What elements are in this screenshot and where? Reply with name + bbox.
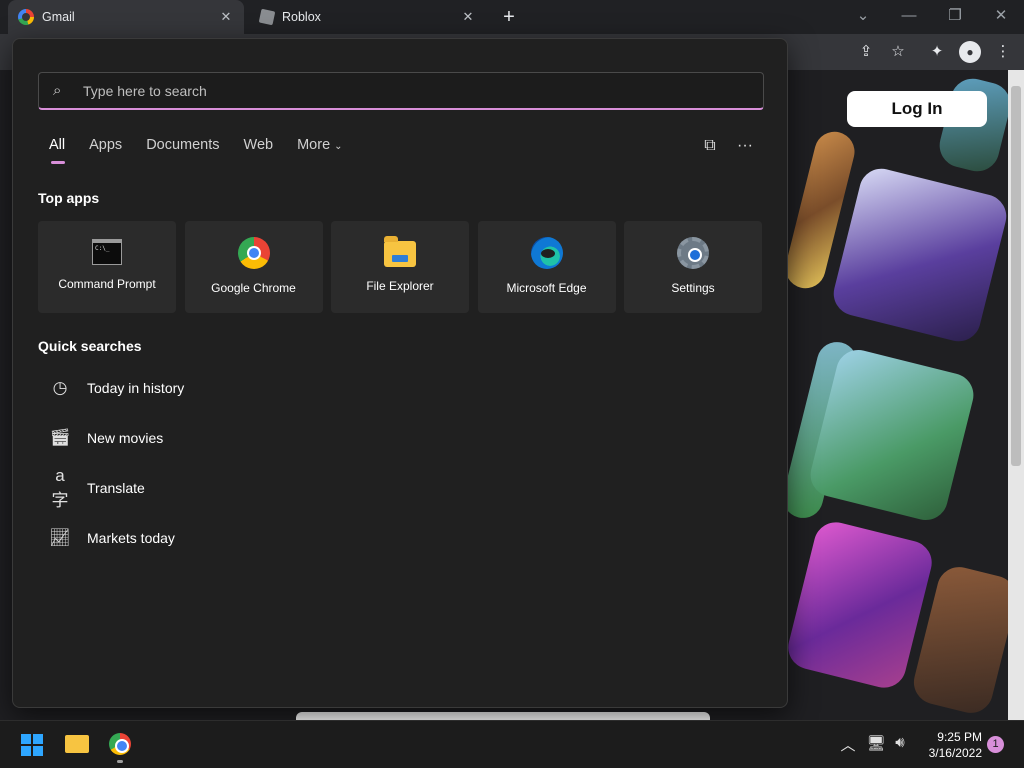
clock-time: 9:25 PM	[937, 730, 982, 744]
quick-search-translate[interactable]: a字 Translate	[49, 466, 145, 510]
command-prompt-icon: C:\_	[92, 239, 122, 265]
search-input[interactable]	[83, 82, 763, 99]
taskbar-file-explorer-icon[interactable]	[65, 735, 89, 753]
tab-more[interactable]: More ⌄	[297, 137, 342, 163]
app-tile-settings[interactable]: Settings	[624, 221, 762, 313]
share-icon[interactable]: ⇪	[855, 41, 877, 63]
chart-icon: 📈︎	[49, 528, 71, 547]
quick-search-label: New movies	[87, 430, 164, 446]
game-artwork	[829, 164, 1008, 346]
scrollbar-thumb[interactable]	[1011, 86, 1021, 466]
gmail-favicon-icon	[18, 9, 34, 25]
windows-search-panel: ⌕ All Apps Documents Web More ⌄ ⧉ ··· To…	[12, 38, 788, 708]
clapperboard-icon: 🎬︎	[49, 428, 71, 447]
quick-search-label: Translate	[87, 480, 145, 496]
switch-account-icon[interactable]: ⧉	[699, 135, 721, 157]
minimize-button[interactable]: —	[895, 4, 923, 28]
app-tile-command-prompt[interactable]: C:\_ Command Prompt	[38, 221, 176, 313]
tab-web[interactable]: Web	[244, 137, 274, 163]
restore-button[interactable]: ❐	[941, 4, 969, 28]
quick-search-new-movies[interactable]: 🎬︎ New movies	[49, 426, 163, 450]
close-window-button[interactable]: ✕	[987, 4, 1015, 28]
login-button[interactable]: Log In	[847, 91, 987, 127]
clock-date: 3/16/2022	[928, 746, 982, 760]
top-apps-grid: C:\_ Command Prompt Google Chrome File E…	[38, 221, 771, 313]
app-label: Settings	[671, 281, 715, 295]
app-tile-microsoft-edge[interactable]: Microsoft Edge	[477, 221, 616, 313]
notification-badge[interactable]: 1	[987, 736, 1004, 753]
search-icon: ⌕	[53, 82, 62, 99]
translate-icon: a字	[51, 465, 69, 510]
tab-documents[interactable]: Documents	[146, 137, 219, 163]
profile-avatar-icon[interactable]: ●	[959, 41, 981, 63]
tab-roblox[interactable]: Roblox ✕	[250, 0, 486, 34]
edge-icon	[530, 237, 563, 269]
browser-tab-strip: Gmail ✕ Roblox ✕ + ⌄ — ❐ ✕	[0, 0, 1024, 34]
tab-apps[interactable]: Apps	[89, 137, 122, 163]
extensions-puzzle-icon[interactable]: ✦	[926, 41, 948, 63]
search-filter-tabs: All Apps Documents Web More ⌄	[49, 137, 367, 164]
file-explorer-icon	[384, 236, 416, 267]
quick-searches-heading: Quick searches	[38, 338, 142, 354]
quick-search-label: Markets today	[87, 530, 175, 546]
app-tile-google-chrome[interactable]: Google Chrome	[184, 221, 323, 313]
volume-icon[interactable]: 🔊︎	[890, 734, 910, 751]
tab-all[interactable]: All	[49, 137, 66, 164]
tab-more-label: More	[297, 137, 331, 153]
app-label: Microsoft Edge	[506, 281, 587, 295]
network-icon[interactable]: 🖥︎	[866, 734, 886, 752]
search-box[interactable]: ⌕	[38, 72, 764, 110]
clock-icon: ◷	[52, 378, 68, 397]
top-apps-heading: Top apps	[38, 190, 100, 206]
chevron-down-icon: ⌄	[334, 141, 343, 152]
app-tile-file-explorer[interactable]: File Explorer	[331, 221, 469, 313]
roblox-favicon-icon	[258, 8, 276, 26]
menu-kebab-icon[interactable]: ⋮	[992, 41, 1014, 63]
tab-gmail[interactable]: Gmail ✕	[8, 0, 244, 34]
quick-search-label: Today in history	[87, 380, 185, 396]
chrome-icon	[237, 237, 270, 269]
more-options-icon[interactable]: ···	[734, 135, 756, 157]
close-icon[interactable]: ✕	[460, 9, 476, 25]
app-label: Google Chrome	[211, 281, 296, 295]
tab-title: Roblox	[282, 10, 321, 24]
settings-gear-icon	[677, 237, 709, 269]
show-hidden-icons-chevron-icon[interactable]: ︿	[838, 734, 858, 755]
bookmark-star-icon[interactable]: ☆	[887, 41, 909, 63]
tab-search-chevron-icon[interactable]: ⌄	[849, 4, 877, 28]
windows-start-icon[interactable]	[21, 734, 43, 756]
taskbar-clock[interactable]: 9:25 PM 3/16/2022	[918, 729, 982, 761]
new-tab-button[interactable]: +	[498, 6, 520, 28]
app-label: File Explorer	[366, 279, 434, 293]
game-artwork	[783, 517, 937, 693]
running-indicator	[117, 760, 123, 763]
tab-title: Gmail	[42, 10, 75, 24]
app-label: Command Prompt	[58, 277, 156, 291]
quick-search-today-in-history[interactable]: ◷ Today in history	[49, 376, 185, 400]
quick-search-markets-today[interactable]: 📈︎ Markets today	[49, 526, 175, 550]
close-icon[interactable]: ✕	[218, 9, 234, 25]
taskbar-chrome-icon[interactable]	[109, 733, 131, 755]
